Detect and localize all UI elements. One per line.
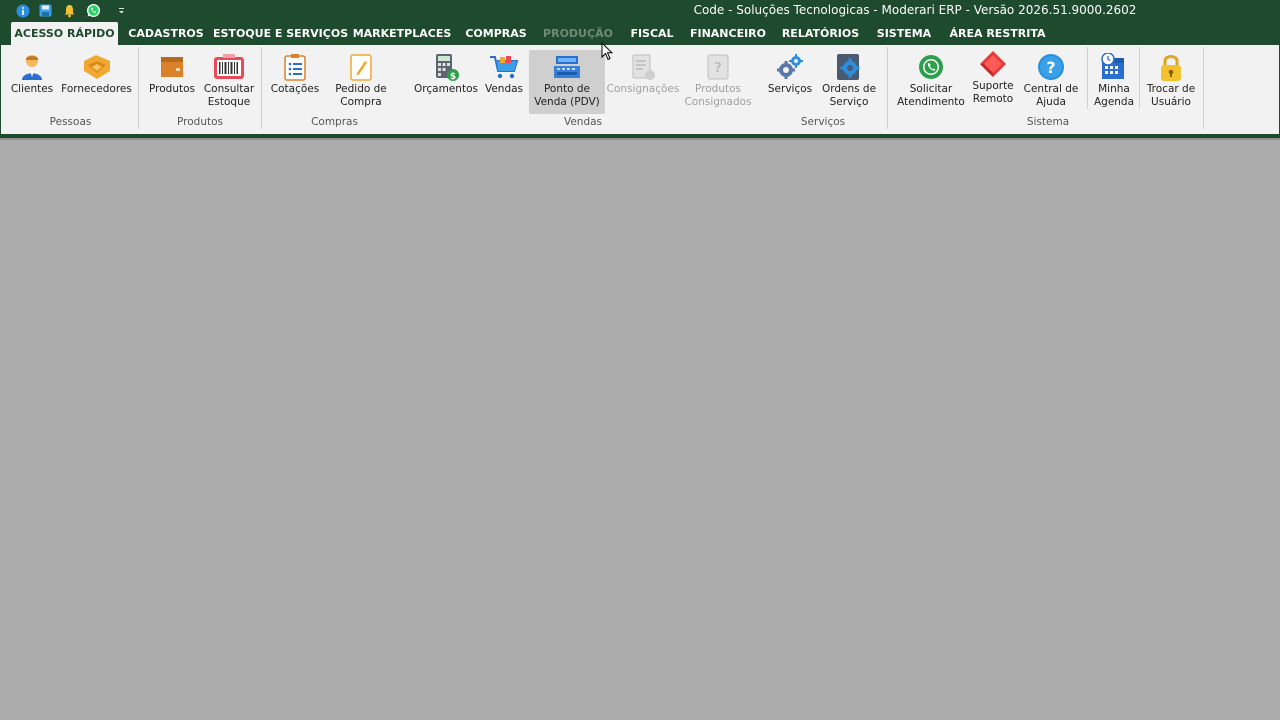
minha-agenda-button[interactable]: Minha Agenda (1091, 51, 1137, 109)
tab-estoque-e-servicos[interactable]: ESTOQUE E SERVIÇOS (213, 22, 348, 45)
clipboard-list-icon (278, 51, 312, 83)
tab-fiscal[interactable]: FISCAL (625, 22, 679, 45)
pdv-button[interactable]: Ponto de Venda (PDV) (529, 50, 605, 114)
trocar-de-usuario-button[interactable]: Trocar de Usuário (1143, 51, 1199, 109)
service-order-gear-icon (832, 51, 866, 83)
calculator-money-icon: $ (429, 51, 463, 83)
box-icon (155, 51, 189, 83)
button-separator (1139, 47, 1140, 109)
produtos-consignados-button: ? Produtos Consignados (683, 51, 753, 109)
ribbon-panel: Clientes Fornecedores Pessoas Produtos C… (0, 45, 1280, 134)
group-label-compras: Compras (311, 116, 358, 128)
group-label-servicos: Serviços (800, 116, 846, 128)
title-bar: Code - Soluções Tecnologicas - Moderari … (0, 0, 1280, 22)
svg-text:?: ? (1046, 58, 1055, 77)
box-question-disabled-icon: ? (701, 51, 735, 83)
svg-text:$: $ (450, 72, 456, 82)
document-disabled-icon (626, 51, 660, 83)
central-de-ajuda-button[interactable]: ? Central de Ajuda (1023, 51, 1079, 109)
cash-register-icon (550, 51, 584, 83)
tab-compras[interactable]: COMPRAS (460, 22, 532, 45)
consignacoes-button: Consignações (607, 51, 679, 96)
window-title: Code - Soluções Tecnologicas - Moderari … (693, 3, 1137, 17)
tab-sistema[interactable]: SISTEMA (872, 22, 936, 45)
tab-acesso-rapido[interactable]: ACESSO RÁPIDO (11, 22, 118, 45)
pedido-de-compra-button[interactable]: Pedido de Compra (330, 51, 392, 109)
ribbon-tabs: ACESSO RÁPIDO CADASTROS ESTOQUE E SERVIÇ… (0, 22, 1280, 45)
group-label-sistema: Sistema (1026, 116, 1070, 128)
button-separator (1087, 47, 1088, 109)
consultar-estoque-button[interactable]: Consultar Estoque (204, 51, 254, 109)
remote-support-icon (976, 48, 1010, 80)
tab-cadastros[interactable]: CADASTROS (124, 22, 208, 45)
suporte-remoto-button[interactable]: Suporte Remoto (969, 48, 1017, 106)
document-edit-icon (344, 51, 378, 83)
group-label-pessoas: Pessoas (49, 116, 92, 128)
ordens-de-servico-button[interactable]: Ordens de Serviço (819, 51, 879, 109)
tab-financeiro[interactable]: FINANCEIRO (686, 22, 770, 45)
whatsapp-icon (914, 51, 948, 83)
padlock-icon (1154, 51, 1188, 83)
handshake-icon (80, 51, 114, 83)
gears-icon (773, 51, 807, 83)
shopping-cart-icon (487, 51, 521, 83)
cotacoes-button[interactable]: Cotações (269, 51, 321, 96)
workspace-area[interactable] (0, 140, 1280, 720)
mouse-cursor-icon (601, 41, 614, 65)
solicitar-atendimento-button[interactable]: Solicitar Atendimento (897, 51, 965, 109)
group-label-vendas: Vendas (563, 116, 603, 128)
tab-area-restrita[interactable]: ÁREA RESTRITA (946, 22, 1049, 45)
vendas-button[interactable]: Vendas (483, 51, 525, 96)
svg-text:?: ? (714, 61, 722, 76)
clientes-button[interactable]: Clientes (10, 51, 54, 96)
person-icon (15, 51, 49, 83)
tab-relatorios[interactable]: RELATÓRIOS (777, 22, 864, 45)
group-label-produtos: Produtos (177, 116, 223, 128)
barcode-scanner-icon (212, 51, 246, 83)
produtos-button[interactable]: Produtos (146, 51, 198, 96)
help-icon: ? (1034, 51, 1068, 83)
servicos-button[interactable]: Serviços (766, 51, 814, 96)
fornecedores-button[interactable]: Fornecedores (60, 51, 133, 96)
orcamentos-button[interactable]: $ Orçamentos (414, 51, 478, 96)
group-separator (1203, 47, 1204, 129)
tab-marketplaces[interactable]: MARKETPLACES (352, 22, 452, 45)
calendar-clock-icon (1097, 51, 1131, 83)
